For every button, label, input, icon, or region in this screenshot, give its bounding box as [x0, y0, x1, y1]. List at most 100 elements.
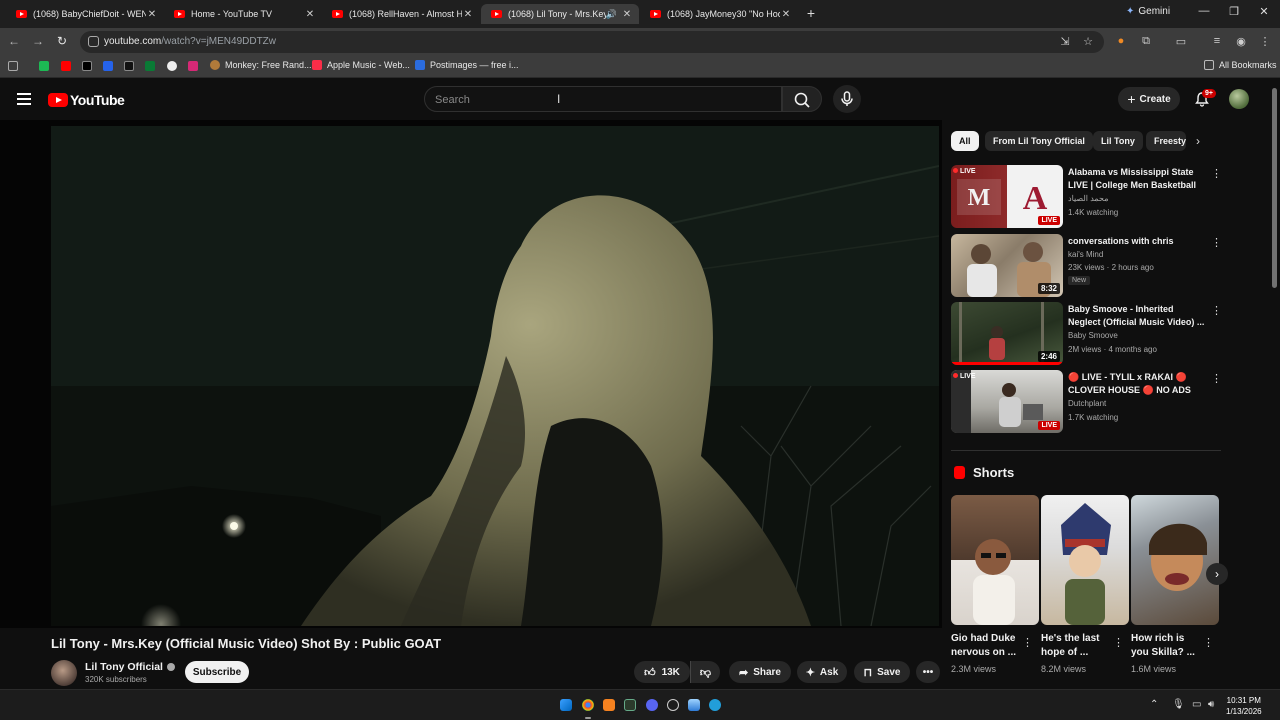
recommended-video-channel[interactable]: Dutchplant — [1068, 399, 1106, 408]
video-thumbnail[interactable]: 2:46 — [951, 302, 1063, 365]
circle-bookmark-icon[interactable] — [167, 61, 177, 71]
recommended-video-3[interactable]: 2:46 Baby Smoove - Inherited Neglect (Of… — [951, 302, 1222, 366]
close-icon[interactable]: ✕ — [621, 9, 633, 20]
photos-taskbar-icon[interactable] — [688, 699, 700, 711]
recommended-video-channel[interactable]: محمد الصياد — [1068, 194, 1109, 203]
profile-icon[interactable]: ◉ — [1234, 35, 1248, 48]
bookmark-star-icon[interactable]: ☆ — [1081, 35, 1095, 48]
chrome-taskbar-icon[interactable] — [582, 699, 594, 711]
search-button[interactable] — [782, 86, 822, 112]
chip-freestyle[interactable]: Freesty — [1146, 131, 1186, 151]
more-vertical-icon[interactable]: ⋮ — [1211, 372, 1222, 385]
close-icon[interactable]: ✕ — [780, 9, 792, 20]
ask-button[interactable]: ✦ Ask — [797, 661, 847, 683]
video-thumbnail[interactable]: M A LIVE LIVE — [951, 165, 1063, 228]
video-player[interactable] — [0, 120, 942, 628]
more-vertical-icon[interactable]: ⋮ — [1022, 636, 1033, 649]
site-info-icon[interactable] — [88, 36, 99, 47]
chip-all[interactable]: All — [951, 131, 979, 151]
window-close-icon[interactable]: ✕ — [1256, 5, 1272, 18]
more-vertical-icon[interactable]: ⋮ — [1211, 304, 1222, 317]
tray-overflow-chevron-icon[interactable]: ⌃ — [1150, 699, 1158, 710]
new-tab-button[interactable]: + — [803, 5, 819, 21]
browser-tab-2[interactable]: Home - YouTube TV ✕ — [164, 4, 322, 24]
save-button[interactable]: ⊓ Save — [854, 661, 910, 683]
kick-bookmark-icon[interactable] — [39, 61, 49, 71]
more-vertical-icon[interactable]: ⋮ — [1211, 167, 1222, 180]
reload-icon[interactable]: ↻ — [54, 34, 70, 48]
search-input[interactable]: Search I — [424, 86, 782, 112]
speaker-icon[interactable]: 🔊 — [606, 9, 617, 20]
short-title-3[interactable]: How rich is you Skilla? ... — [1131, 632, 1203, 660]
discord-taskbar-icon[interactable] — [646, 699, 658, 711]
recommended-video-title[interactable]: conversations with chris — [1068, 235, 1206, 248]
create-button[interactable]: + Create — [1118, 87, 1180, 111]
address-url[interactable]: youtube.com/watch?v=jMEN49DDTZw — [104, 36, 276, 47]
share-button[interactable]: ➦ Share — [729, 661, 791, 683]
page-scrollbar[interactable] — [1272, 88, 1277, 288]
recommended-video-1[interactable]: M A LIVE LIVE Alabama vs Mississippi Sta… — [951, 165, 1222, 229]
dislike-button[interactable]: 👎︎ — [690, 661, 720, 683]
forward-arrow-icon[interactable]: → — [30, 34, 46, 48]
like-button[interactable]: 👍︎ 13K — [634, 661, 690, 683]
extensions-puzzle-icon[interactable]: ⧉ — [1139, 35, 1153, 48]
telegram-taskbar-icon[interactable] — [709, 699, 721, 711]
shield-bookmark-icon[interactable] — [103, 61, 113, 71]
windows-start-icon[interactable] — [560, 699, 572, 711]
account-avatar[interactable] — [1229, 89, 1249, 109]
recommended-video-4[interactable]: LIVE LIVE 🔴 LIVE - TYLIL x RAKAI 🔴 CLOVE… — [951, 370, 1222, 434]
install-app-icon[interactable]: ⇲ — [1058, 35, 1072, 48]
bookmark-postimages[interactable]: Postimages — free i... — [415, 60, 519, 70]
app-taskbar-icon[interactable] — [603, 699, 615, 711]
close-icon[interactable]: ✕ — [304, 9, 316, 20]
apps-grid-icon[interactable] — [8, 61, 18, 71]
bookmark-monkey[interactable]: Monkey: Free Rand... — [210, 60, 312, 70]
browser-tab-3[interactable]: (1068) RellHaven - Almost Had ✕ — [322, 4, 480, 24]
microphone-tray-icon[interactable]: 🎙︎ — [1172, 699, 1185, 710]
video-thumbnail[interactable]: 8:32 — [951, 234, 1063, 297]
restore-icon[interactable]: ❐ — [1226, 5, 1242, 18]
video-thumbnail[interactable]: LIVE LIVE — [951, 370, 1063, 433]
short-title-2[interactable]: He's the last hope of ... — [1041, 632, 1113, 660]
address-bar[interactable]: youtube.com/watch?v=jMEN49DDTZw ⇲ ☆ — [80, 31, 1104, 53]
video-frame[interactable] — [51, 126, 939, 626]
more-vertical-icon[interactable]: ⋮ — [1113, 636, 1124, 649]
bookmark-apple-music[interactable]: Apple Music - Web... — [312, 60, 410, 70]
extension-icon[interactable]: ● — [1114, 35, 1128, 47]
browser-tab-5[interactable]: (1068) JayMoney30 "No Hook" ✕ — [640, 4, 798, 24]
recommended-video-channel[interactable]: Baby Smoove — [1068, 331, 1118, 340]
recommended-video-title[interactable]: 🔴 LIVE - TYLIL x RAKAI 🔴 CLOVER HOUSE 🔴 … — [1068, 371, 1206, 397]
h-bookmark-icon[interactable] — [145, 61, 155, 71]
recommended-video-title[interactable]: Baby Smoove - Inherited Neglect (Officia… — [1068, 303, 1206, 329]
youtube-logo[interactable]: YouTube — [48, 92, 125, 108]
subscribe-button[interactable]: Subscribe — [185, 661, 249, 683]
instagram-bookmark-icon[interactable] — [188, 61, 198, 71]
media-controls-icon[interactable]: ≡ — [1210, 35, 1224, 47]
browser-tab-4-active[interactable]: (1068) Lil Tony - Mrs.Key (O 🔊 ✕ — [481, 4, 639, 24]
more-actions-button[interactable]: ••• — [916, 661, 940, 683]
short-thumbnail-1[interactable] — [951, 495, 1039, 625]
short-thumbnail-2[interactable] — [1041, 495, 1129, 625]
close-icon[interactable]: ✕ — [146, 9, 158, 20]
shorts-next-chevron-icon[interactable]: › — [1206, 563, 1228, 585]
tiktok-bookmark-icon[interactable] — [124, 61, 134, 71]
close-icon[interactable]: ✕ — [462, 9, 474, 20]
voice-search-button[interactable] — [833, 85, 861, 113]
minimize-icon[interactable]: — — [1196, 5, 1212, 17]
system-clock[interactable]: 10:31 PM 1/13/2026 — [1226, 695, 1262, 717]
cast-icon[interactable]: ▭ — [1174, 35, 1188, 48]
youtube-bookmark-icon[interactable] — [61, 61, 71, 71]
back-arrow-icon[interactable]: ← — [6, 34, 22, 48]
recommended-video-channel[interactable]: kai's Mind — [1068, 250, 1103, 259]
short-thumbnail-3[interactable] — [1131, 495, 1219, 625]
more-menu-icon[interactable]: ⋮ — [1258, 35, 1272, 48]
recommended-video-2[interactable]: 8:32 conversations with chris kai's Mind… — [951, 234, 1222, 298]
more-vertical-icon[interactable]: ⋮ — [1211, 236, 1222, 249]
all-bookmarks[interactable]: All Bookmarks — [1204, 60, 1277, 70]
chip-from-channel[interactable]: From Lil Tony Official — [985, 131, 1093, 151]
channel-name[interactable]: Lil Tony Official — [85, 661, 175, 673]
menu-icon[interactable] — [17, 93, 31, 105]
volume-icon[interactable]: 🔊︎ — [1208, 699, 1214, 710]
browser-tab-1[interactable]: (1068) BabyChiefDoit - WENT V ✕ — [6, 4, 164, 24]
terminal-taskbar-icon[interactable] — [624, 699, 636, 711]
